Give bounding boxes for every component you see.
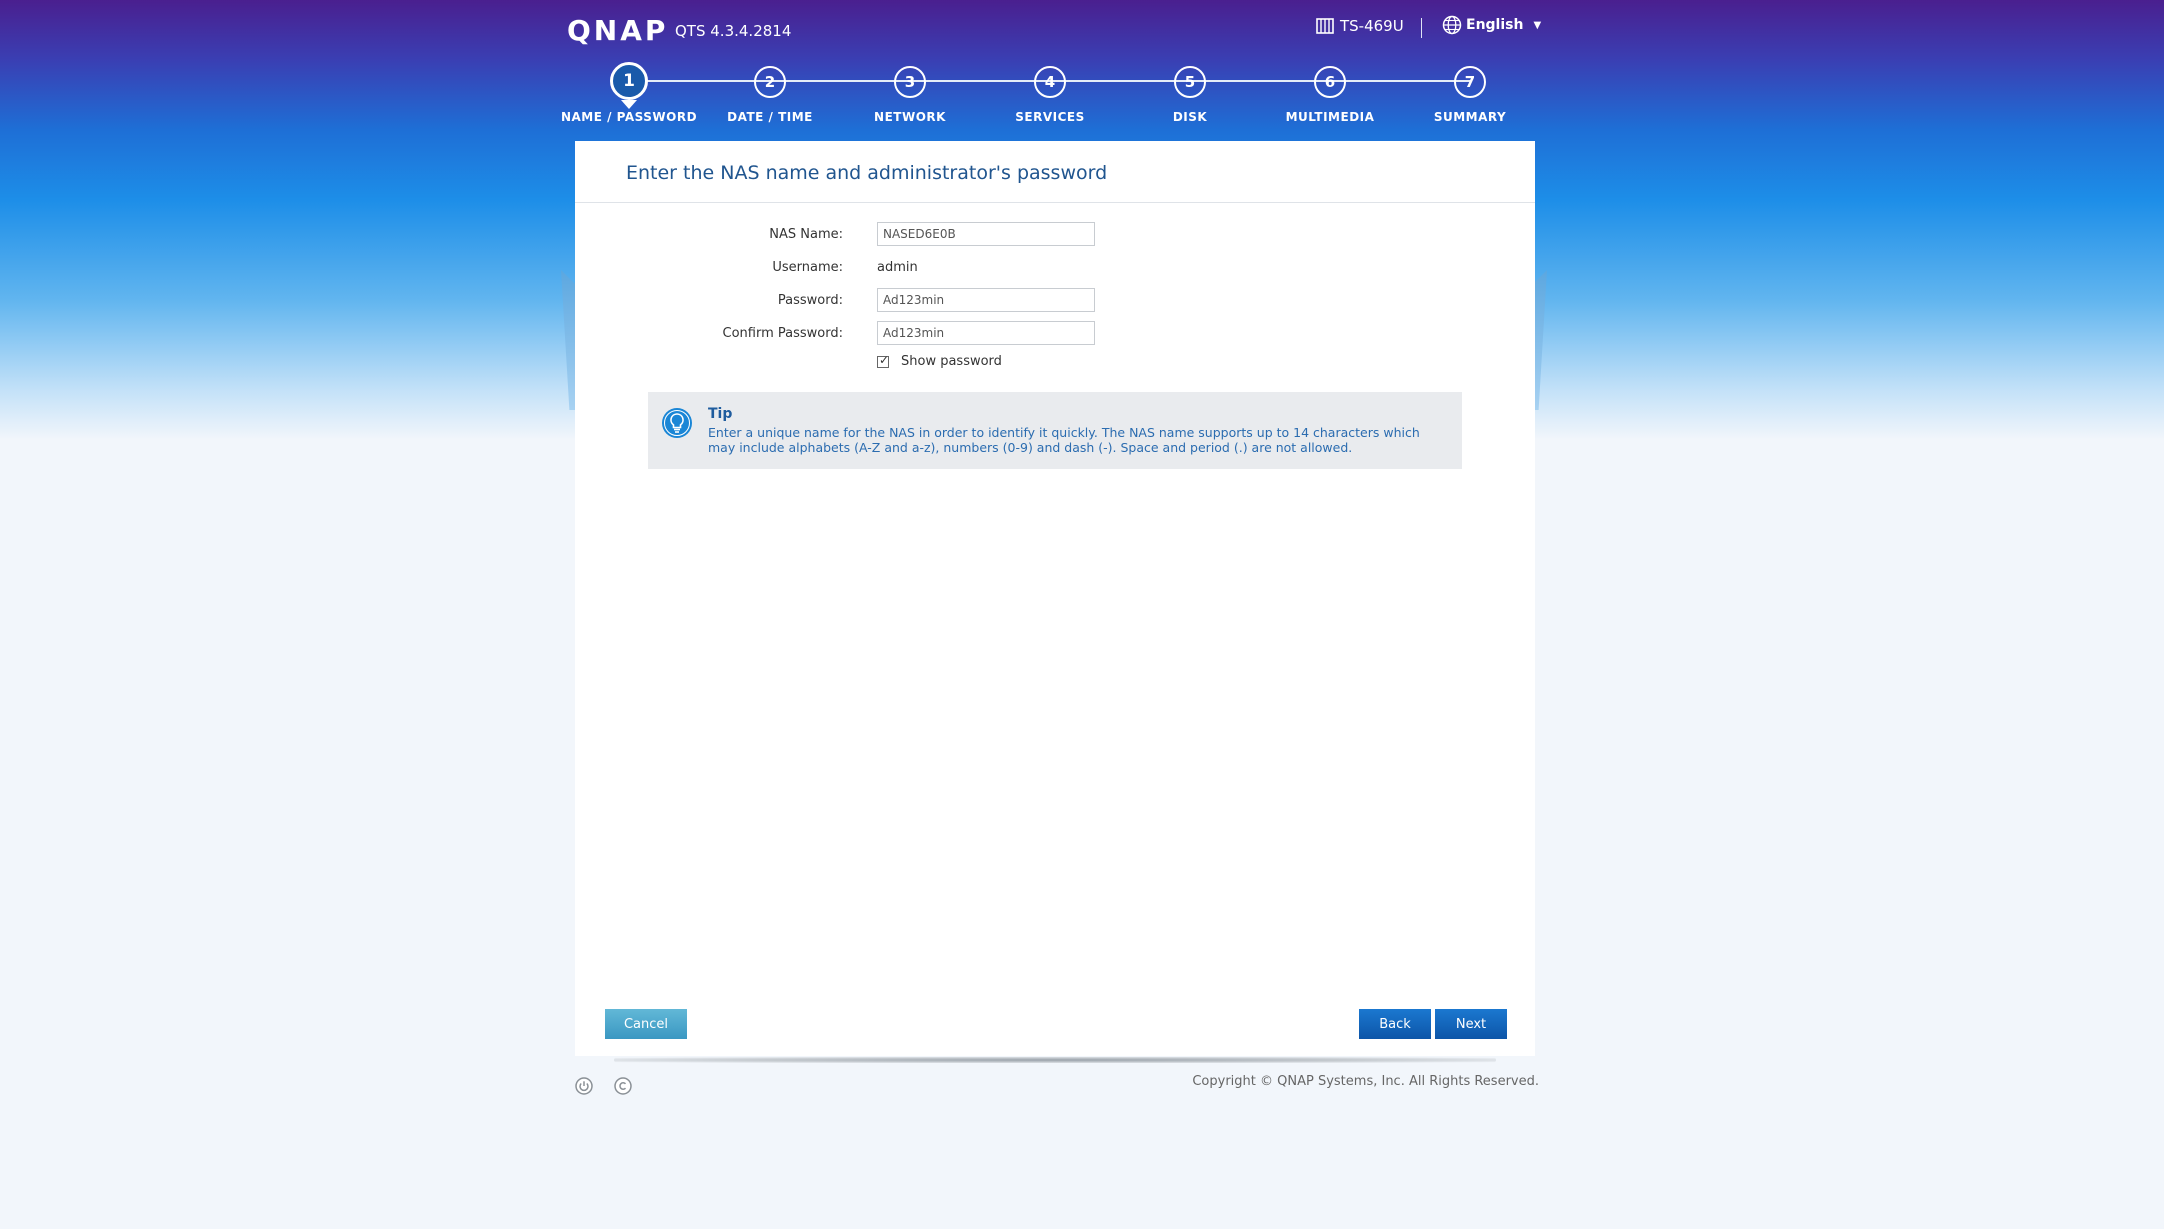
model-indicator: TS-469U xyxy=(1316,17,1404,35)
confirm-password-row: Confirm Password: xyxy=(575,321,1535,347)
tip-box: Tip Enter a unique name for the NAS in o… xyxy=(648,392,1462,469)
step-label: SERVICES xyxy=(1015,110,1085,124)
step-disk: 5 DISK xyxy=(1120,66,1260,124)
step-label: DATE / TIME xyxy=(727,110,813,124)
step-number: 2 xyxy=(754,66,786,98)
title-divider xyxy=(575,202,1535,203)
power-icon[interactable] xyxy=(575,1077,593,1095)
username-label: Username: xyxy=(772,260,843,275)
model-name: TS-469U xyxy=(1340,17,1404,35)
show-password-option[interactable]: Show password xyxy=(877,353,1002,369)
step-number: 7 xyxy=(1454,66,1486,98)
username-row: Username: admin xyxy=(575,255,1535,281)
step-label: SUMMARY xyxy=(1433,110,1507,124)
step-multimedia: 6 MULTIMEDIA xyxy=(1260,66,1400,124)
step-label: NETWORK xyxy=(874,110,946,124)
back-button[interactable]: Back xyxy=(1359,1009,1431,1039)
firmware-version: QTS 4.3.4.2814 xyxy=(675,22,792,40)
cancel-button[interactable]: Cancel xyxy=(605,1009,687,1039)
qnap-logo: QNAP xyxy=(567,14,669,47)
show-password-checkbox[interactable] xyxy=(877,353,889,368)
step-network: 3 NETWORK xyxy=(840,66,980,124)
nas-name-row: NAS Name: xyxy=(575,222,1535,248)
show-password-label: Show password xyxy=(901,354,1002,369)
step-number: 1 xyxy=(610,62,648,109)
step-name-password: 1 NAME / PASSWORD xyxy=(559,62,699,124)
next-button[interactable]: Next xyxy=(1435,1009,1507,1039)
step-number: 4 xyxy=(1034,66,1066,98)
tip-title: Tip xyxy=(708,406,733,422)
confirm-password-input[interactable] xyxy=(877,321,1095,345)
panel-shadow xyxy=(614,1057,1496,1063)
step-number: 3 xyxy=(894,66,926,98)
language-selector[interactable]: English ▼ xyxy=(1442,15,1541,35)
password-row: Password: xyxy=(575,288,1535,314)
password-input[interactable] xyxy=(877,288,1095,312)
nas-name-input[interactable] xyxy=(877,222,1095,246)
copyright-text: Copyright © QNAP Systems, Inc. All Right… xyxy=(1192,1074,1539,1089)
wizard-stepper: 1 NAME / PASSWORD 2 DATE / TIME 3 NETWOR… xyxy=(561,62,1535,126)
language-label: English xyxy=(1466,17,1524,33)
chevron-down-icon: ▼ xyxy=(1533,19,1542,31)
nas-name-label: NAS Name: xyxy=(769,227,843,242)
step-number: 6 xyxy=(1314,66,1346,98)
step-number: 5 xyxy=(1174,66,1206,98)
confirm-password-label: Confirm Password: xyxy=(722,326,843,341)
step-label: MULTIMEDIA xyxy=(1285,110,1375,124)
nas-device-icon xyxy=(1316,18,1334,34)
password-label: Password: xyxy=(777,293,843,308)
username-value: admin xyxy=(877,260,918,275)
copyright-icon[interactable] xyxy=(614,1077,632,1095)
globe-icon xyxy=(1442,15,1462,35)
wizard-panel: Enter the NAS name and administrator's p… xyxy=(575,141,1535,1056)
page-title: Enter the NAS name and administrator's p… xyxy=(626,162,1108,184)
step-summary: 7 SUMMARY xyxy=(1400,66,1540,124)
step-services: 4 SERVICES xyxy=(980,66,1120,124)
header-separator xyxy=(1421,18,1422,38)
step-label: NAME / PASSWORD xyxy=(560,110,698,124)
tip-text: Enter a unique name for the NAS in order… xyxy=(708,425,1420,455)
header-bar: QNAP QTS 4.3.4.2814 TS-469U English ▼ xyxy=(567,0,1541,60)
lightbulb-icon xyxy=(662,408,692,438)
step-date-time: 2 DATE / TIME xyxy=(700,66,840,124)
step-label: DISK xyxy=(1172,110,1208,124)
